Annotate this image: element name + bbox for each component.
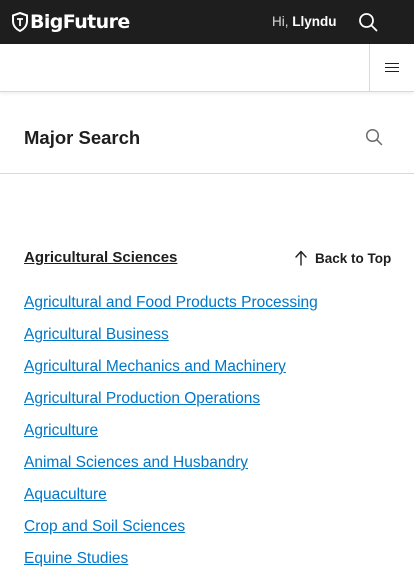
list-item: Agricultural Mechanics and Machinery bbox=[24, 358, 318, 390]
major-search-header: Major Search bbox=[0, 92, 414, 174]
major-link[interactable]: Aquaculture bbox=[24, 486, 107, 503]
list-item: Aquaculture bbox=[24, 486, 318, 518]
greeting-prefix: Hi, bbox=[272, 14, 289, 29]
shield-logo-icon bbox=[12, 12, 28, 32]
list-item: Agricultural Production Operations bbox=[24, 390, 318, 422]
major-link[interactable]: Agricultural Mechanics and Machinery bbox=[24, 358, 286, 375]
bigfuture-logo[interactable]: BigFuture bbox=[12, 9, 130, 35]
major-link[interactable]: Agricultural and Food Products Processin… bbox=[24, 294, 318, 311]
majors-list: Agricultural and Food Products Processin… bbox=[24, 294, 318, 582]
logo-text: BigFuture bbox=[30, 11, 130, 33]
major-link[interactable]: Crop and Soil Sciences bbox=[24, 518, 185, 535]
category-heading-link[interactable]: Agricultural Sciences bbox=[24, 249, 177, 266]
list-item: Agriculture bbox=[24, 422, 318, 454]
menu-button[interactable] bbox=[369, 44, 414, 91]
major-link[interactable]: Agricultural Business bbox=[24, 326, 169, 343]
user-greeting[interactable]: Hi, Llyndu bbox=[272, 14, 337, 29]
top-navigation-bar: BigFuture Hi, Llyndu bbox=[0, 0, 414, 44]
arrow-up-icon bbox=[295, 250, 307, 266]
page-title: Major Search bbox=[24, 127, 141, 148]
user-name: Llyndu bbox=[292, 14, 337, 29]
back-to-top-label: Back to Top bbox=[315, 250, 392, 266]
list-item: Agricultural Business bbox=[24, 326, 318, 358]
secondary-bar bbox=[0, 44, 414, 92]
list-item: Animal Sciences and Husbandry bbox=[24, 454, 318, 486]
list-item: Crop and Soil Sciences bbox=[24, 518, 318, 550]
back-to-top-link[interactable]: Back to Top bbox=[294, 249, 391, 267]
list-item: Equine Studies bbox=[24, 550, 318, 582]
major-link[interactable]: Agriculture bbox=[24, 422, 98, 439]
major-link[interactable]: Agricultural Production Operations bbox=[24, 390, 260, 407]
major-link[interactable]: Animal Sciences and Husbandry bbox=[24, 454, 248, 471]
search-icon[interactable] bbox=[358, 12, 378, 32]
list-item: Agricultural and Food Products Processin… bbox=[24, 294, 318, 326]
search-icon[interactable] bbox=[365, 128, 383, 146]
major-link[interactable]: Equine Studies bbox=[24, 550, 128, 567]
hamburger-menu-icon bbox=[385, 60, 399, 75]
